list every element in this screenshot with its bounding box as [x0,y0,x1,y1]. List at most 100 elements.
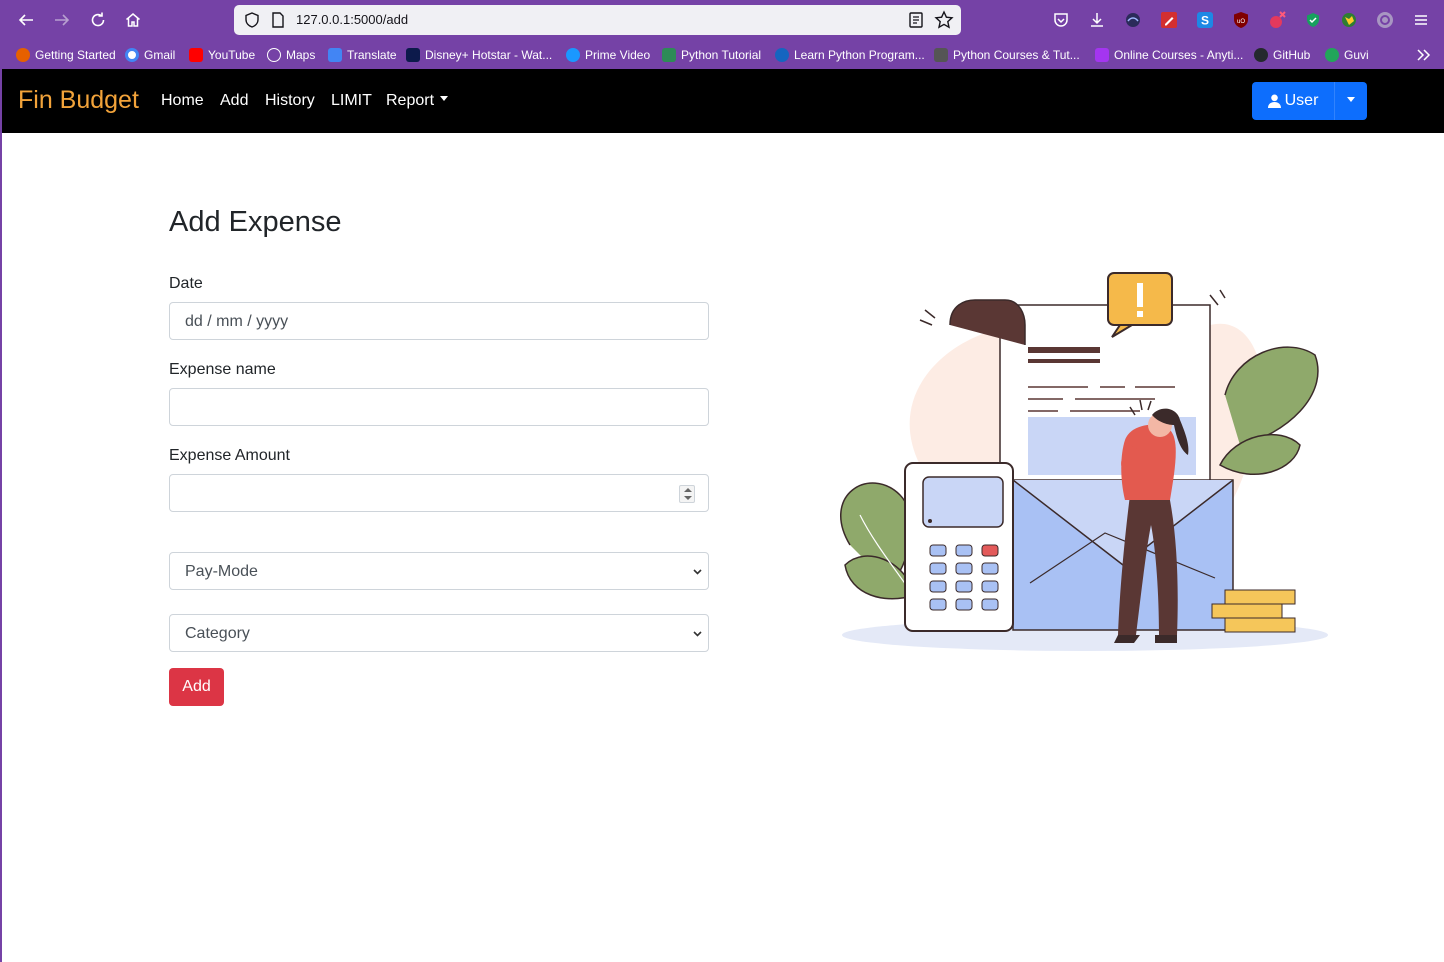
globe-icon [267,48,281,62]
account-button[interactable] [1374,9,1396,31]
bookmark-github[interactable]: GitHub [1254,46,1310,64]
hotstar-icon [406,48,420,62]
chevron-down-icon [693,631,702,637]
extension-1[interactable] [1122,9,1144,31]
bookmark-learn-python[interactable]: Learn Python Program... [775,46,925,64]
expense-amount-input[interactable] [169,474,709,512]
hamburger-icon [1415,15,1427,25]
menu-button[interactable] [1410,9,1432,31]
translate-icon [328,48,342,62]
caret-down-icon [440,96,449,102]
date-input[interactable]: dd / mm / yyyy [169,302,709,340]
bookmark-maps[interactable]: Maps [267,46,315,64]
expense-illustration [840,272,1328,651]
bookmarks-toolbar: Getting Started Gmail YouTube Maps Trans… [0,42,1444,68]
shield-check-icon [1307,13,1319,27]
add-button[interactable]: Add [169,668,224,706]
home-icon [126,13,140,27]
user-dropdown-toggle[interactable] [1334,82,1367,120]
url-bar[interactable]: 127.0.0.1:5000/add [234,5,961,35]
number-spinner[interactable] [679,485,695,503]
bookmark-guvi[interactable]: Guvi [1325,46,1369,64]
category-select[interactable]: Category [169,614,709,652]
python-tutorial-icon [662,48,676,62]
bookmark-hotstar[interactable]: Disney+ Hotstar - Wat... [406,46,552,64]
double-chevron-right-icon [1417,49,1431,61]
user-icon [1267,94,1281,108]
extension-5[interactable] [1266,9,1288,31]
expense-name-label: Expense name [169,361,276,378]
calculator-icon [904,462,1014,632]
svg-text:S: S [1201,14,1209,28]
youtube-icon [189,48,203,62]
reload-button[interactable] [86,8,110,32]
bookmark-online-courses[interactable]: Online Courses - Anyti... [1095,46,1243,64]
extension-6[interactable] [1302,9,1324,31]
bookmark-python-tutorial[interactable]: Python Tutorial [662,46,761,64]
nav-report-dropdown[interactable]: Report [386,92,449,110]
downloads-button[interactable] [1086,9,1108,31]
caret-down-icon [1347,96,1355,102]
home-button[interactable] [121,8,145,32]
bookmark-youtube[interactable]: YouTube [189,46,255,64]
puzzle-extension-icon [1270,11,1286,28]
back-arrow-icon [18,14,33,26]
page-title: Add Expense [169,206,342,238]
bookmarks-overflow-button[interactable] [1416,46,1432,64]
udemy-icon [1095,48,1109,62]
prime-video-icon [566,48,580,62]
window-border [0,69,2,962]
google-icon [125,48,139,62]
bookmark-translate[interactable]: Translate [328,46,397,64]
bookmark-getting-started[interactable]: Getting Started [16,46,116,64]
github-icon [1254,48,1268,62]
browser-toolbar: 127.0.0.1:5000/add S uO [0,0,1444,40]
pocket-icon [1054,13,1068,27]
paymode-selected-value: Pay-Mode [185,563,258,580]
category-selected-value: Category [185,625,250,642]
extension-7[interactable] [1338,9,1360,31]
chevron-down-icon [693,569,702,575]
forward-button[interactable] [50,8,74,32]
pen-extension-icon [1161,12,1177,28]
extension-icon [1126,13,1140,27]
app-navbar: Fin Budget Home Add History LIMIT Report… [2,69,1444,133]
pocket-button[interactable] [1050,9,1072,31]
back-button[interactable] [14,8,38,32]
extension-2[interactable] [1158,9,1180,31]
shield-icon[interactable] [243,11,261,29]
bookmark-prime-video[interactable]: Prime Video [566,46,650,64]
account-icon [1377,12,1393,28]
expense-amount-label: Expense Amount [169,447,290,464]
nav-report-label: Report [386,92,435,109]
bookmark-gmail[interactable]: Gmail [125,46,175,64]
guvi-icon [1325,48,1339,62]
firefox-icon [16,48,30,62]
date-label: Date [169,275,203,292]
ublock-icon: uO [1234,12,1248,28]
forward-arrow-icon [55,14,70,26]
page-info-icon[interactable] [270,11,286,29]
bookmark-python-courses[interactable]: Python Courses & Tut... [934,46,1080,64]
expense-name-input[interactable] [169,388,709,426]
document-icon [934,48,948,62]
extension-3[interactable]: S [1194,9,1216,31]
paymode-select[interactable]: Pay-Mode [169,552,709,590]
brand-logo[interactable]: Fin Budget [18,86,139,115]
date-placeholder: dd / mm / yyyy [185,313,289,330]
download-icon [1091,13,1103,27]
url-text[interactable]: 127.0.0.1:5000/add [296,12,408,27]
user-button-group: User [1252,82,1367,120]
s-extension-icon: S [1197,12,1213,28]
svg-text:uO: uO [1237,19,1245,25]
nav-home[interactable]: Home [161,92,204,110]
nav-history[interactable]: History [265,92,315,110]
user-button-label: User [1284,92,1319,109]
ublock-extension[interactable]: uO [1230,9,1252,31]
nav-limit[interactable]: LIMIT [331,92,372,110]
c-logo-icon [775,48,789,62]
reader-view-icon[interactable] [907,11,925,29]
user-button[interactable]: User [1252,82,1334,120]
nav-add[interactable]: Add [220,92,248,110]
bookmark-star-icon[interactable] [934,10,954,30]
